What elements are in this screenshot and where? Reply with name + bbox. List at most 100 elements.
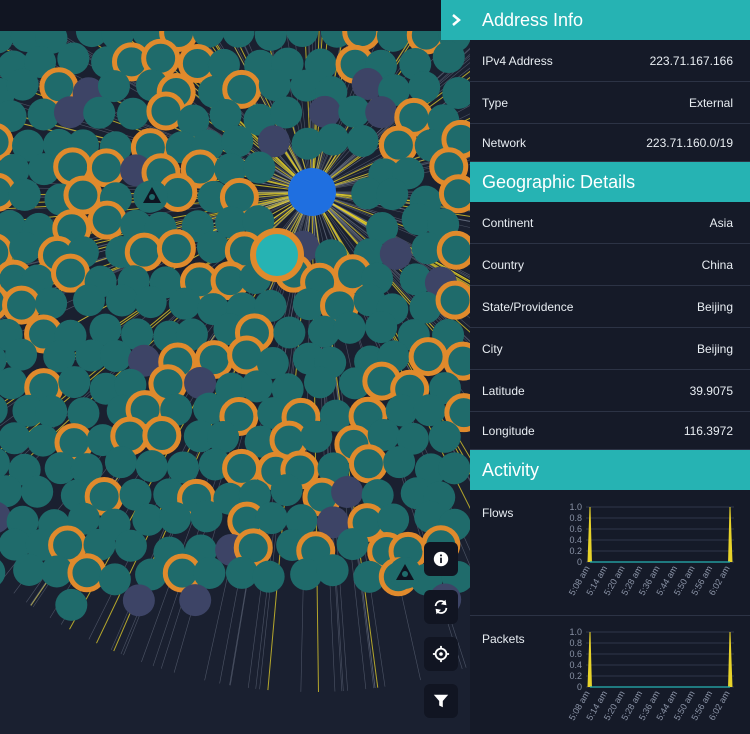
graph-node: [105, 284, 138, 317]
row-country: Country China: [470, 244, 750, 286]
row-network: Network 223.71.160.0/19: [470, 124, 750, 162]
row-ipv4: IPv4 Address 223.71.167.166: [470, 40, 750, 82]
y-tick-label: 0.4: [569, 535, 582, 545]
y-tick-label: 0.8: [569, 513, 582, 523]
graph-node-highlighted: [436, 230, 470, 270]
graph-node-highlighted: [87, 200, 127, 240]
center-node: [288, 168, 336, 216]
graph-node: [241, 370, 274, 403]
graph-node: [35, 395, 68, 428]
activity-section-title: Activity: [482, 459, 540, 480]
graph-node: [58, 366, 91, 399]
details-panel: IPv4 Address 223.71.167.166 Type Externa…: [470, 0, 750, 734]
graph-node-highlighted: [142, 416, 182, 456]
graph-node-muted: [53, 96, 86, 129]
network-graph[interactable]: [0, 0, 470, 734]
graph-node: [98, 563, 131, 596]
graph-node: [104, 446, 137, 479]
graph-node: [300, 420, 333, 453]
graph-node-highlighted: [124, 232, 164, 272]
graph-node: [376, 178, 409, 211]
graph-node-muted: [122, 584, 155, 617]
geo-section-header: Geographic Details: [470, 162, 750, 202]
graph-node: [116, 97, 149, 130]
graph-node: [346, 124, 379, 157]
graph-node: [13, 554, 46, 587]
row-key: Type: [482, 95, 509, 110]
graph-node: [377, 503, 410, 536]
graph-node-muted: [179, 584, 212, 617]
graph-node: [270, 96, 303, 129]
row-key: Latitude: [482, 383, 525, 398]
graph-node: [221, 125, 254, 158]
graph-node: [316, 554, 349, 587]
series-peak: [728, 631, 733, 688]
graph-node-highlighted: [348, 444, 388, 484]
graph-node: [196, 231, 229, 264]
graph-node-muted: [331, 476, 364, 509]
series-peak: [587, 631, 592, 688]
graph-node: [8, 178, 41, 211]
row-key: Continent: [482, 215, 534, 230]
y-tick-label: 0.6: [569, 524, 582, 534]
graph-node-muted: [308, 95, 341, 128]
row-key: Network: [482, 135, 527, 150]
row-key: Longitude: [482, 423, 535, 438]
panel-title: Address Info: [482, 9, 584, 30]
graph-node: [413, 394, 446, 427]
row-state: State/Providence Beijing: [470, 286, 750, 328]
graph-node: [258, 68, 291, 101]
activity-section-header: Activity: [470, 450, 750, 490]
row-value: 223.71.160.0/19: [646, 135, 733, 150]
graph-node: [114, 529, 147, 562]
graph-node: [159, 501, 192, 534]
graph-node-highlighted: [438, 174, 470, 214]
graph-node: [135, 450, 168, 483]
filter-icon: [433, 694, 449, 708]
row-value: Beijing: [696, 299, 733, 314]
packets-chart-svg: 1.00.80.60.40.205:08 am5:14 am5:20 am5:2…: [567, 627, 734, 722]
series-peak: [728, 506, 733, 563]
graph-node: [168, 287, 201, 320]
eye-triangle-icon: [149, 194, 155, 200]
info-button[interactable]: [424, 542, 458, 576]
flows-chart-svg: 1.00.80.60.40.205:08 am5:14 am5:20 am5:2…: [567, 502, 734, 597]
row-continent: Continent Asia: [470, 202, 750, 244]
series-peak: [587, 506, 592, 563]
graph-node: [9, 231, 42, 264]
geo-section-title: Geographic Details: [482, 171, 636, 192]
graph-node: [333, 311, 366, 344]
y-tick-label: 1.0: [569, 502, 582, 512]
info-icon: [433, 551, 449, 567]
eye-triangle-icon: [402, 571, 408, 577]
row-value: Beijing: [696, 341, 733, 356]
row-longitude: Longitude 116.3972: [470, 412, 750, 450]
graph-node: [316, 123, 349, 156]
graph-node: [5, 338, 38, 371]
row-value: 39.9075: [689, 383, 733, 398]
graph-canvas[interactable]: [0, 0, 470, 734]
collapse-panel-button[interactable]: [441, 0, 471, 40]
row-key: City: [482, 341, 503, 356]
graph-node: [0, 560, 6, 585]
row-key: Country: [482, 257, 525, 272]
center-button[interactable]: [424, 637, 458, 671]
graph-node: [365, 311, 398, 344]
graph-node: [252, 560, 285, 593]
packets-chart: Packets 1.0 0.8 0.6 0.4 0.2 0 5:08 am 5:14 am 5:…: [470, 616, 750, 734]
graph-node: [336, 528, 369, 561]
graph-node-highlighted: [0, 123, 14, 161]
graph-node: [193, 557, 226, 590]
y-tick-label: 0.2: [569, 671, 582, 681]
graph-node-highlighted: [2, 285, 42, 325]
filter-button[interactable]: [424, 684, 458, 718]
graph-node: [27, 424, 60, 457]
selected-node: [250, 228, 304, 282]
graph-node: [55, 588, 88, 621]
row-city: City Beijing: [470, 328, 750, 370]
graph-node: [83, 96, 116, 129]
chevron-right-icon: [452, 14, 461, 26]
refresh-button[interactable]: [424, 590, 458, 624]
graph-node: [72, 284, 105, 317]
y-tick-label: 0.2: [569, 546, 582, 556]
